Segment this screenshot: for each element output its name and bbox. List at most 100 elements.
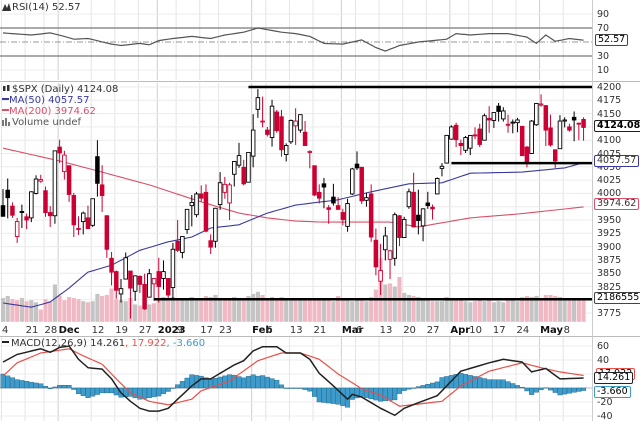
price-title: $SPX (Daily) 4124.08 [2,84,118,95]
candle [38,174,44,183]
volume-bar [189,296,195,323]
candle-body [387,250,393,260]
volume-bar [194,298,200,323]
candle-body [232,161,237,175]
volume-bar [99,295,105,323]
macd-histogram-bar [543,387,549,389]
volume-bar [241,298,247,323]
candle-body [581,119,586,128]
candle-body [246,151,251,183]
macd-histogram-bar [505,381,511,389]
candle-body [331,196,336,204]
macd-histogram-bar [151,387,157,398]
x-axis-label: 6 [356,325,363,336]
candle [501,107,506,122]
volume-bar [19,297,25,323]
candle [534,102,539,126]
candle [194,191,199,218]
candle-body [434,178,440,195]
macd-histogram-bar [160,387,166,394]
candle-body [321,183,327,188]
candle [505,114,511,133]
candlesticks [0,89,586,319]
rsi-axis-label: 70 [597,23,610,34]
price-axis-label: 3775 [597,308,622,320]
candle [482,113,487,141]
legend-ma200-text: MA(200) 3974.62 [9,106,96,117]
volume-bar [222,299,228,323]
candle-body [175,240,180,251]
candle-body [401,219,407,239]
candle [387,249,393,280]
candle-body [165,278,171,296]
volume-bar [293,297,299,323]
candle [519,125,525,157]
volume-bar [160,296,166,323]
macd-histogram-bar [519,387,525,389]
macd-histogram-bar [477,377,483,389]
macd-histogram-bar [481,378,487,389]
candle [10,202,15,218]
candle [383,226,388,261]
candle-body [548,127,553,146]
price-title-text: $SPX (Daily) 4124.08 [12,84,119,95]
candle-body [468,134,473,149]
x-axis-label: 27 [138,325,152,336]
macd-value-box: 14.261 [594,372,634,384]
candle [208,234,213,255]
macd-histogram-bar [14,379,20,389]
volume-bar [165,298,171,323]
volume-bar [330,300,336,323]
candle-body [265,129,270,135]
price-value-box: 4124.08 [594,120,640,132]
volume-bar [581,298,587,323]
macd-histogram-bar [486,379,492,389]
macd-histogram-bar [198,375,204,389]
volume-bar [57,295,63,323]
volume-bar [38,309,44,323]
candle-body [340,212,346,220]
candle-body [510,121,516,124]
candle [227,182,232,220]
price-axis-label: 4025 [597,175,622,187]
candle [118,279,124,303]
volume-bar [9,298,15,323]
macd-histogram-bar [170,387,176,389]
candle-body [274,111,280,132]
candle-body [477,128,482,145]
candle [90,198,95,227]
candle [66,165,72,202]
candle-body [151,278,157,285]
candle [331,183,336,206]
volume-bar [118,299,124,323]
candle-body [217,182,223,206]
candle [283,143,289,162]
volume-bar [354,299,360,323]
price-axis-label: 4175 [597,95,622,107]
volume-bar [90,300,96,323]
candle [458,139,464,156]
rsi-value-box: 52.57 [595,34,629,46]
macd-histogram-bar [529,387,535,395]
candle-body [335,205,341,210]
macd-axis-label: -20 [597,397,613,408]
candle-body [472,134,478,137]
ma200-line [2,147,584,228]
x-axis-label: Apr [450,325,471,336]
candle-body [491,112,497,121]
macd-histogram-bar [392,387,398,401]
volume-bars [0,257,587,323]
volume-bar [80,300,86,323]
candle [345,198,350,232]
candle-body [19,211,25,213]
candle-body [562,119,567,122]
price-axis-label: 3925 [597,228,622,240]
macd-histogram-bar [425,384,431,389]
candle [449,125,454,140]
macd-histogram-bar [57,385,63,389]
volume-bar [557,296,563,323]
volume-bars-icon [2,118,10,126]
volume-bar [312,297,318,323]
candle [85,205,91,230]
macd-histogram-bar [184,377,190,389]
